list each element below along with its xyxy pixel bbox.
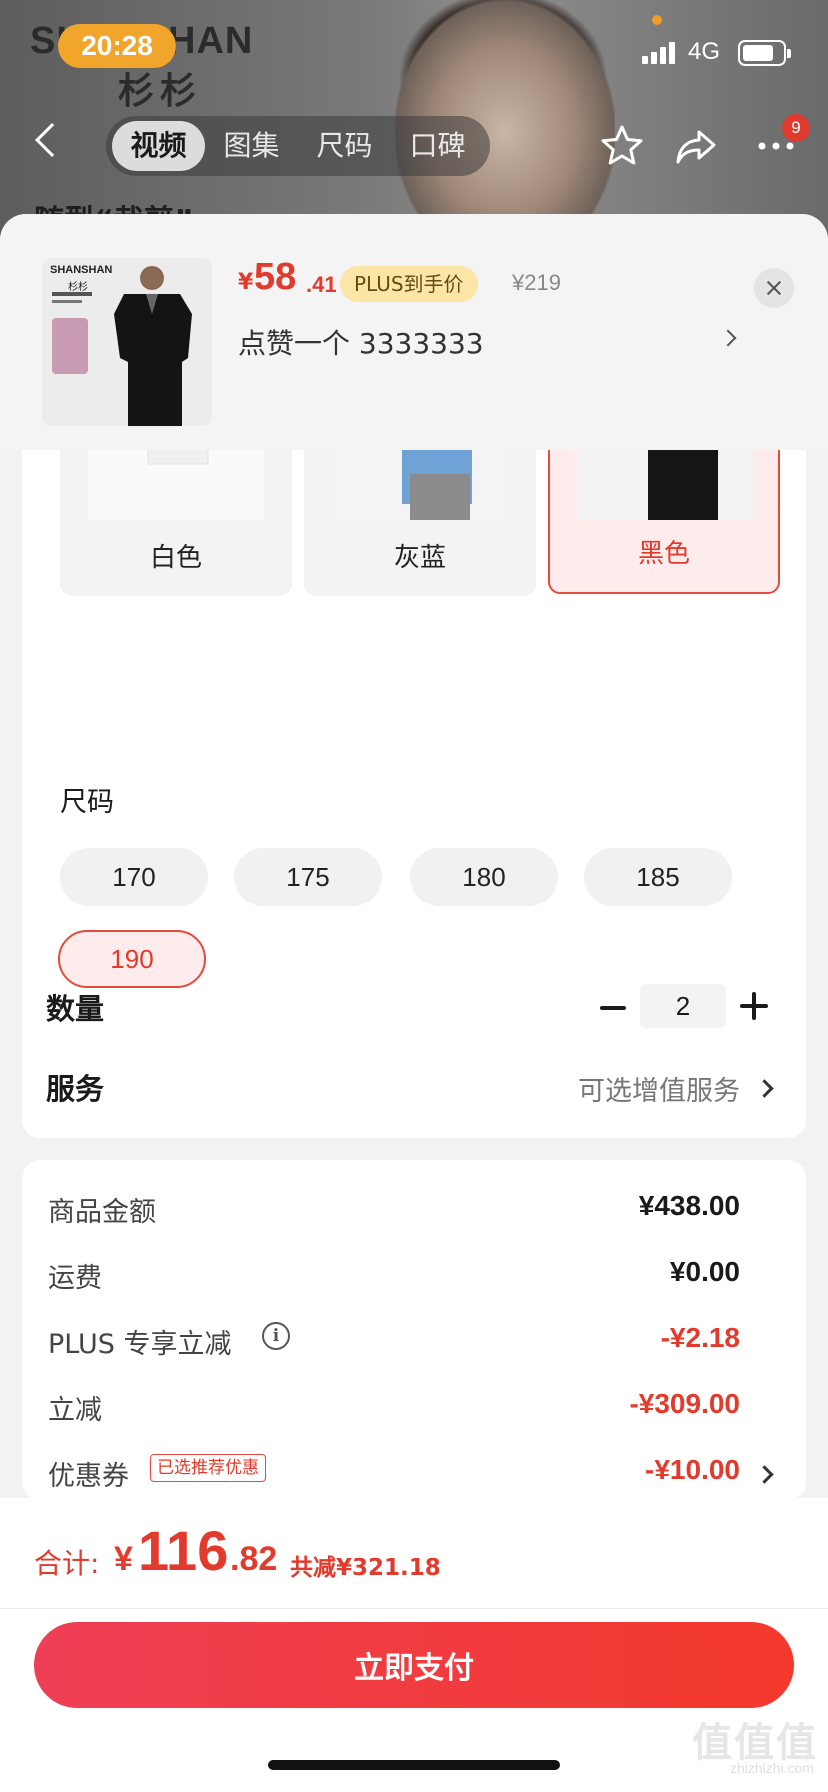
tab-gallery[interactable]: 图集 — [205, 121, 298, 171]
pay-now-button[interactable]: 立即支付 — [34, 1622, 794, 1708]
quantity-plus-button[interactable] — [740, 992, 768, 1020]
service-label: 服务 — [46, 1072, 105, 1106]
bill-value-coupon[interactable]: -¥10.00 — [645, 1454, 740, 1486]
home-indicator[interactable] — [268, 1760, 560, 1770]
close-button[interactable] — [754, 268, 794, 308]
watermark-url: zhizhizhi.com — [729, 1760, 814, 1776]
size-option-170[interactable]: 170 — [60, 848, 208, 906]
bill-label-shipping: 运费 — [48, 1263, 102, 1294]
size-option-180[interactable]: 180 — [410, 848, 558, 906]
signal-icon — [642, 42, 678, 64]
status-time: 20:28 — [58, 24, 176, 68]
bill-label-coupon: 优惠券 — [48, 1461, 129, 1492]
quantity-label: 数量 — [46, 992, 105, 1026]
network-type: 4G — [688, 38, 721, 65]
product-thumbnail: SHANSHAN 杉杉 — [42, 258, 212, 426]
color-label: 白色 — [149, 543, 202, 573]
star-icon[interactable] — [598, 122, 646, 170]
bill-value-plus-discount: -¥2.18 — [660, 1322, 740, 1353]
quantity-minus-button[interactable] — [600, 1006, 626, 1010]
bill-value-instant-discount: -¥309.00 — [629, 1388, 740, 1419]
bill-label-goods: 商品金额 — [48, 1197, 156, 1228]
tab-video[interactable]: 视频 — [112, 121, 205, 171]
media-tabs: 视频 图集 尺码 口碑 — [106, 116, 490, 176]
notification-badge: 9 — [782, 114, 810, 142]
plus-price-tag: PLUS到手价 — [340, 266, 478, 302]
total-symbol: ¥ — [114, 1540, 133, 1578]
price-integer: 58 — [254, 256, 297, 298]
divider — [0, 1608, 828, 1609]
total-integer: 116 — [138, 1519, 229, 1582]
privacy-indicator-dot — [652, 15, 662, 25]
bill-label-instant-discount: 立减 — [48, 1395, 102, 1426]
tab-size[interactable]: 尺码 — [298, 121, 391, 171]
quantity-value[interactable]: 2 — [640, 984, 726, 1028]
product-summary-header: SHANSHAN 杉杉 ¥ 58 .41 PLUS到手价 ¥219 点赞一个 3… — [0, 214, 828, 450]
brand-logo-cn: 杉杉 — [118, 71, 203, 112]
bill-value-shipping: ¥0.00 — [669, 1256, 740, 1287]
info-icon[interactable]: i — [262, 1322, 290, 1350]
total-decimal: .82 — [230, 1540, 278, 1578]
thumbnail-brand: SHANSHAN — [50, 264, 113, 276]
price-decimal: .41 — [306, 272, 337, 297]
total-label: 合计: — [34, 1547, 100, 1580]
original-price: ¥219 — [512, 270, 561, 295]
coupon-selected-tag: 已选推荐优惠 — [150, 1454, 266, 1482]
size-section-label: 尺码 — [60, 787, 114, 818]
total-saved: 共减¥321.18 — [290, 1555, 441, 1581]
tab-reviews[interactable]: 口碑 — [391, 121, 484, 171]
price-symbol: ¥ — [238, 270, 254, 295]
size-option-190[interactable]: 190 — [58, 930, 206, 988]
share-icon[interactable] — [672, 122, 720, 170]
size-option-175[interactable]: 175 — [234, 848, 382, 906]
color-label: 灰蓝 — [393, 543, 446, 573]
bill-value-goods: ¥438.00 — [638, 1190, 740, 1221]
bill-label-plus-discount: PLUS 专享立减 — [48, 1329, 232, 1360]
service-value[interactable]: 可选增值服务 — [578, 1069, 740, 1108]
color-label: 黑色 — [637, 539, 690, 569]
size-option-185[interactable]: 185 — [584, 848, 732, 906]
battery-icon — [738, 40, 791, 66]
liked-text[interactable]: 点赞一个 3333333 — [238, 322, 484, 362]
thumbnail-brand-cn: 杉杉 — [68, 282, 88, 293]
liked-chevron-icon[interactable] — [719, 329, 737, 347]
